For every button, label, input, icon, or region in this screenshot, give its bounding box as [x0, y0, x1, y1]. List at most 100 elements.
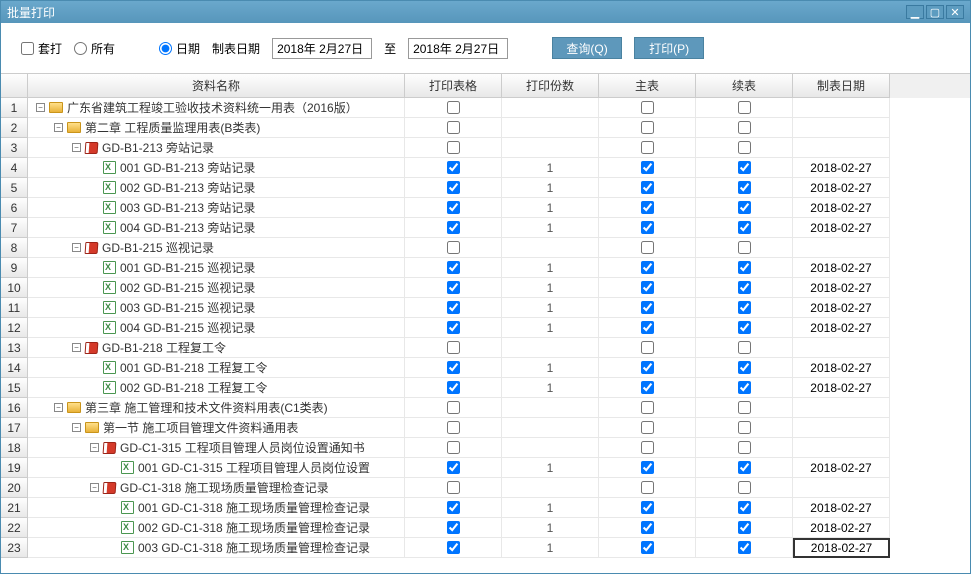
cell-name[interactable]: 001 GD-B1-218 工程复工令 [28, 358, 405, 378]
table-row[interactable]: 6003 GD-B1-213 旁站记录12018-02-27 [1, 198, 970, 218]
cell-ext[interactable] [696, 138, 793, 158]
tree-toggle[interactable]: − [72, 343, 81, 352]
print-checkbox[interactable] [447, 141, 460, 154]
cell-chk[interactable] [405, 518, 502, 538]
ext-checkbox[interactable] [738, 521, 751, 534]
ext-checkbox[interactable] [738, 541, 751, 554]
cell-chk[interactable] [405, 298, 502, 318]
col-qty[interactable]: 打印份数 [502, 74, 599, 98]
cell-name[interactable]: 003 GD-B1-215 巡视记录 [28, 298, 405, 318]
ext-checkbox[interactable] [738, 121, 751, 134]
cell-chk[interactable] [405, 458, 502, 478]
titlebar[interactable]: 批量打印 ▁ ▢ ✕ [1, 1, 970, 23]
cell-main[interactable] [599, 498, 696, 518]
cell-name[interactable]: −第三章 施工管理和技术文件资料用表(C1类表) [28, 398, 405, 418]
print-checkbox[interactable] [447, 181, 460, 194]
cell-ext[interactable] [696, 378, 793, 398]
tree-toggle[interactable]: − [72, 143, 81, 152]
cell-ext[interactable] [696, 198, 793, 218]
main-checkbox[interactable] [641, 521, 654, 534]
cell-name[interactable]: −广东省建筑工程竣工验收技术资料统一用表（2016版） [28, 98, 405, 118]
table-row[interactable]: 3−GD-B1-213 旁站记录 [1, 138, 970, 158]
main-checkbox[interactable] [641, 501, 654, 514]
tree-toggle[interactable]: − [72, 423, 81, 432]
ext-checkbox[interactable] [738, 301, 751, 314]
cell-name[interactable]: −GD-C1-318 施工现场质量管理检查记录 [28, 478, 405, 498]
cell-name[interactable]: 003 GD-C1-318 施工现场质量管理检查记录 [28, 538, 405, 558]
main-checkbox[interactable] [641, 401, 654, 414]
cell-chk[interactable] [405, 178, 502, 198]
cell-ext[interactable] [696, 518, 793, 538]
ext-checkbox[interactable] [738, 341, 751, 354]
main-checkbox[interactable] [641, 421, 654, 434]
cell-chk[interactable] [405, 338, 502, 358]
table-row[interactable]: 18−GD-C1-315 工程项目管理人员岗位设置通知书 [1, 438, 970, 458]
cell-ext[interactable] [696, 178, 793, 198]
cell-main[interactable] [599, 278, 696, 298]
ext-checkbox[interactable] [738, 221, 751, 234]
table-row[interactable]: 13−GD-B1-218 工程复工令 [1, 338, 970, 358]
main-checkbox[interactable] [641, 321, 654, 334]
print-checkbox[interactable] [447, 381, 460, 394]
table-row[interactable]: 15002 GD-B1-218 工程复工令12018-02-27 [1, 378, 970, 398]
print-checkbox[interactable] [447, 521, 460, 534]
ext-checkbox[interactable] [738, 501, 751, 514]
cell-chk[interactable] [405, 478, 502, 498]
tree-toggle[interactable]: − [72, 243, 81, 252]
table-row[interactable]: 12004 GD-B1-215 巡视记录12018-02-27 [1, 318, 970, 338]
cell-ext[interactable] [696, 338, 793, 358]
cell-chk[interactable] [405, 278, 502, 298]
cell-ext[interactable] [696, 398, 793, 418]
table-row[interactable]: 21001 GD-C1-318 施工现场质量管理检查记录12018-02-27 [1, 498, 970, 518]
ext-checkbox[interactable] [738, 481, 751, 494]
cell-name[interactable]: 004 GD-B1-213 旁站记录 [28, 218, 405, 238]
main-checkbox[interactable] [641, 101, 654, 114]
print-checkbox[interactable] [447, 541, 460, 554]
cell-main[interactable] [599, 118, 696, 138]
cell-chk[interactable] [405, 438, 502, 458]
cell-chk[interactable] [405, 418, 502, 438]
main-checkbox[interactable] [641, 341, 654, 354]
tree-toggle[interactable]: − [54, 123, 63, 132]
cell-ext[interactable] [696, 478, 793, 498]
print-button[interactable]: 打印(P) [634, 37, 704, 59]
cell-ext[interactable] [696, 258, 793, 278]
col-main[interactable]: 主表 [599, 74, 696, 98]
cell-main[interactable] [599, 298, 696, 318]
table-row[interactable]: 14001 GD-B1-218 工程复工令12018-02-27 [1, 358, 970, 378]
table-row[interactable]: 2−第二章 工程质量监理用表(B类表) [1, 118, 970, 138]
main-checkbox[interactable] [641, 281, 654, 294]
main-checkbox[interactable] [641, 241, 654, 254]
print-checkbox[interactable] [447, 241, 460, 254]
cell-chk[interactable] [405, 138, 502, 158]
cell-ext[interactable] [696, 118, 793, 138]
main-checkbox[interactable] [641, 381, 654, 394]
cell-main[interactable] [599, 98, 696, 118]
print-checkbox[interactable] [447, 221, 460, 234]
cell-chk[interactable] [405, 218, 502, 238]
cell-name[interactable]: 001 GD-C1-315 工程项目管理人员岗位设置 [28, 458, 405, 478]
taoda-checkbox[interactable]: 套打 [21, 40, 62, 57]
cell-main[interactable] [599, 358, 696, 378]
cell-name[interactable]: −GD-B1-215 巡视记录 [28, 238, 405, 258]
main-checkbox[interactable] [641, 301, 654, 314]
main-checkbox[interactable] [641, 121, 654, 134]
cell-main[interactable] [599, 238, 696, 258]
main-checkbox[interactable] [641, 161, 654, 174]
grid-body[interactable]: 1−广东省建筑工程竣工验收技术资料统一用表（2016版）2−第二章 工程质量监理… [1, 98, 970, 573]
print-checkbox[interactable] [447, 261, 460, 274]
print-checkbox[interactable] [447, 321, 460, 334]
print-checkbox[interactable] [447, 101, 460, 114]
cell-name[interactable]: 001 GD-C1-318 施工现场质量管理检查记录 [28, 498, 405, 518]
main-checkbox[interactable] [641, 541, 654, 554]
cell-chk[interactable] [405, 358, 502, 378]
table-row[interactable]: 9001 GD-B1-215 巡视记录12018-02-27 [1, 258, 970, 278]
col-ext[interactable]: 续表 [696, 74, 793, 98]
cell-ext[interactable] [696, 538, 793, 558]
cell-main[interactable] [599, 478, 696, 498]
cell-ext[interactable] [696, 418, 793, 438]
table-row[interactable]: 23003 GD-C1-318 施工现场质量管理检查记录12018-02-27 [1, 538, 970, 558]
table-row[interactable]: 11003 GD-B1-215 巡视记录12018-02-27 [1, 298, 970, 318]
main-checkbox[interactable] [641, 141, 654, 154]
print-checkbox[interactable] [447, 361, 460, 374]
